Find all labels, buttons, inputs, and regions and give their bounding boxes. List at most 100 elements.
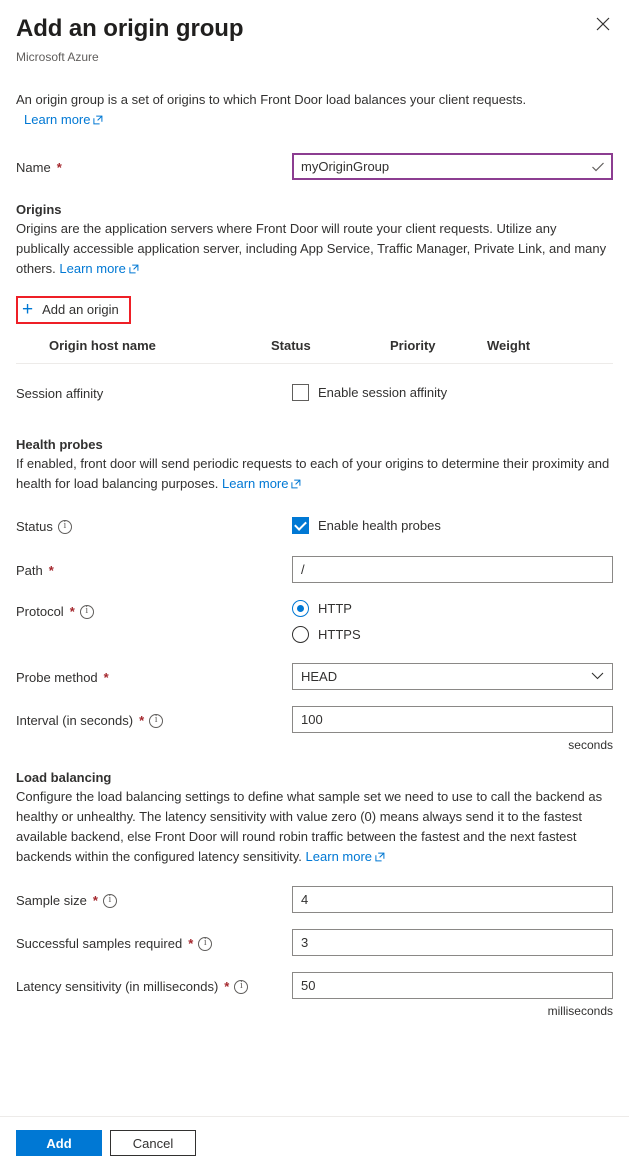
close-button[interactable] xyxy=(587,8,619,40)
latency-sensitivity-control: milliseconds xyxy=(292,971,613,1019)
health-probe-status-row: Status Enable health probes xyxy=(16,515,613,536)
latency-sensitivity-label-group: Latency sensitivity (in milliseconds) * xyxy=(16,972,292,996)
health-probes-section-description: If enabled, front door will send periodi… xyxy=(16,454,613,495)
probe-method-control: HEAD GET xyxy=(292,662,613,690)
path-input[interactable] xyxy=(292,555,613,583)
origins-table-header: Origin host name Status Priority Weight xyxy=(16,338,613,364)
probe-method-select[interactable]: HEAD GET xyxy=(292,662,613,690)
session-affinity-row: Session affinity Enable session affinity xyxy=(16,382,613,403)
interval-required-mark: * xyxy=(139,712,145,728)
external-link-icon xyxy=(375,848,385,868)
external-link-icon xyxy=(93,111,103,131)
protocol-option-label: HTTPS xyxy=(318,626,361,642)
sample-size-input[interactable] xyxy=(292,885,613,913)
sample-size-control xyxy=(292,885,613,913)
sample-size-label: Sample size xyxy=(16,892,87,908)
intro-text: An origin group is a set of origins to w… xyxy=(16,90,613,131)
latency-sensitivity-row: Latency sensitivity (in milliseconds) * m… xyxy=(16,971,613,1019)
info-icon[interactable] xyxy=(149,713,164,728)
intro-learn-more-link[interactable]: Learn more xyxy=(24,112,90,127)
probe-method-row: Probe method * HEAD GET xyxy=(16,662,613,690)
session-affinity-control: Enable session affinity xyxy=(292,382,613,401)
external-link-icon xyxy=(129,260,139,280)
sample-size-required-mark: * xyxy=(92,892,98,908)
load-balancing-section-title: Load balancing xyxy=(16,769,112,785)
checkbox-box xyxy=(292,383,309,401)
enable-session-affinity-checkbox[interactable]: Enable session affinity xyxy=(292,382,613,401)
interval-input[interactable] xyxy=(292,705,613,733)
interval-row: Interval (in seconds) * seconds xyxy=(16,705,613,753)
path-label-group: Path * xyxy=(16,556,292,580)
enable-health-probes-label: Enable health probes xyxy=(318,517,441,533)
probe-method-required-mark: * xyxy=(103,669,109,685)
path-label: Path xyxy=(16,562,43,578)
enable-health-probes-checkbox[interactable]: Enable health probes xyxy=(292,515,613,534)
health-probes-section-title: Health probes xyxy=(16,436,103,452)
intro-description: An origin group is a set of origins to w… xyxy=(16,92,527,107)
info-icon[interactable] xyxy=(198,936,213,951)
successful-samples-label-group: Successful samples required * xyxy=(16,929,292,953)
origins-learn-more-link[interactable]: Learn more xyxy=(59,261,125,276)
origins-section-title: Origins xyxy=(16,202,62,217)
name-row: Name * xyxy=(16,153,613,180)
enable-session-affinity-label: Enable session affinity xyxy=(318,384,448,400)
column-header-weight[interactable]: Weight xyxy=(487,338,613,353)
close-icon xyxy=(596,17,610,31)
successful-samples-input[interactable] xyxy=(292,928,613,956)
protocol-label-group: Protocol * xyxy=(16,600,292,621)
sample-size-row: Sample size * xyxy=(16,885,613,913)
interval-unit-label: seconds xyxy=(568,737,613,752)
probe-method-label: Probe method xyxy=(16,669,98,685)
health-probe-status-control: Enable health probes xyxy=(292,515,613,534)
info-icon[interactable] xyxy=(234,979,249,994)
name-label: Name xyxy=(16,160,51,175)
health-probes-learn-more-link[interactable]: Learn more xyxy=(222,476,288,491)
load-balancing-learn-more-link[interactable]: Learn more xyxy=(306,849,372,864)
page-subtitle: Microsoft Azure xyxy=(16,50,99,64)
add-button[interactable]: Add xyxy=(16,1130,102,1156)
protocol-radio-http[interactable]: HTTP xyxy=(292,599,613,617)
radio-button xyxy=(292,625,309,643)
column-header-origin-host-name[interactable]: Origin host name xyxy=(16,338,271,353)
checkbox-box xyxy=(292,516,309,534)
successful-samples-required-mark: * xyxy=(188,935,194,951)
health-probe-status-label-group: Status xyxy=(16,515,292,536)
origins-section-description: Origins are the application servers wher… xyxy=(16,219,613,280)
name-label-group: Name * xyxy=(16,153,292,177)
cancel-button[interactable]: Cancel xyxy=(110,1130,196,1156)
latency-sensitivity-input[interactable] xyxy=(292,971,613,999)
add-origin-button[interactable]: + Add an origin xyxy=(22,298,119,320)
successful-samples-control xyxy=(292,928,613,956)
add-origin-label: Add an origin xyxy=(42,302,119,317)
page-title: Add an origin group xyxy=(16,15,244,42)
info-icon[interactable] xyxy=(57,519,72,534)
external-link-icon xyxy=(291,475,301,495)
panel-body: An origin group is a set of origins to w… xyxy=(0,65,629,1116)
path-row: Path * xyxy=(16,555,613,583)
name-required-mark: * xyxy=(56,160,62,175)
interval-control: seconds xyxy=(292,705,613,753)
latency-sensitivity-required-mark: * xyxy=(224,978,230,994)
latency-sensitivity-label: Latency sensitivity (in milliseconds) xyxy=(16,978,219,994)
probe-method-label-group: Probe method * xyxy=(16,663,292,687)
path-required-mark: * xyxy=(48,562,54,578)
info-icon[interactable] xyxy=(102,893,117,908)
panel-header: Add an origin group Microsoft Azure xyxy=(0,0,629,65)
latency-sensitivity-unit-label: milliseconds xyxy=(547,1003,613,1018)
successful-samples-label: Successful samples required xyxy=(16,935,183,951)
add-origin-highlight: + Add an origin xyxy=(16,296,131,324)
plus-icon: + xyxy=(22,298,34,320)
path-control xyxy=(292,555,613,583)
info-icon[interactable] xyxy=(79,604,94,619)
name-input[interactable] xyxy=(292,153,613,180)
protocol-option-label: HTTP xyxy=(318,600,352,616)
protocol-row: Protocol * HTTP HTTPS xyxy=(16,599,613,652)
column-header-priority[interactable]: Priority xyxy=(390,338,487,353)
health-probes-description-text: If enabled, front door will send periodi… xyxy=(16,455,610,491)
column-header-status[interactable]: Status xyxy=(271,338,390,353)
protocol-radio-https[interactable]: HTTPS xyxy=(292,625,613,643)
interval-label-group: Interval (in seconds) * xyxy=(16,706,292,730)
panel-footer: Add Cancel xyxy=(0,1116,629,1169)
name-control xyxy=(292,153,613,180)
origins-table: Origin host name Status Priority Weight xyxy=(16,338,613,364)
